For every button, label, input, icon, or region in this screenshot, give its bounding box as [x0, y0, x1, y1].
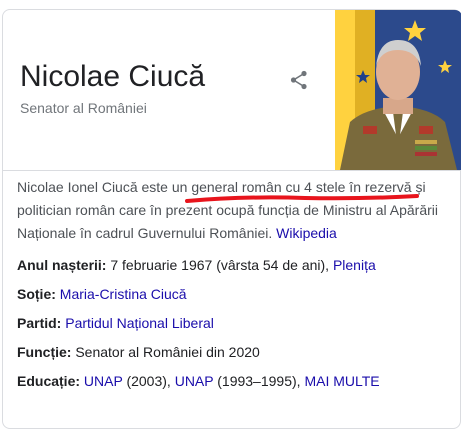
- fact-label: Educație:: [17, 373, 81, 389]
- fact-label: Soție:: [17, 286, 56, 302]
- description: Nicolae Ionel Ciucă este un general româ…: [17, 176, 445, 245]
- subtitle: Senator al României: [20, 100, 147, 116]
- education-link-1[interactable]: UNAP: [84, 373, 123, 389]
- divider: [3, 170, 460, 171]
- description-text: Nicolae Ionel Ciucă este un: [17, 179, 192, 195]
- more-link[interactable]: MAI MULTE: [304, 373, 379, 389]
- fact-label: Funcție:: [17, 344, 72, 360]
- birthplace-link[interactable]: Plenița: [333, 257, 376, 273]
- education-link-2[interactable]: UNAP: [175, 373, 214, 389]
- fact-birth: Anul nașterii: 7 februarie 1967 (vârsta …: [17, 255, 447, 275]
- fact-value: Senator al României din 2020: [71, 344, 260, 360]
- fact-value: 7 februarie 1967 (vârsta 54 de ani),: [106, 257, 333, 273]
- fact-label: Partid:: [17, 315, 62, 331]
- fact-label: Anul nașterii:: [17, 257, 107, 273]
- fact-party: Partid: Partidul Național Liberal: [17, 313, 447, 333]
- fact-function: Funcție: Senator al României din 2020: [17, 342, 447, 362]
- fact-spouse: Soție: Maria-Cristina Ciucă: [17, 284, 447, 304]
- page-title: Nicolae Ciucă: [20, 60, 206, 93]
- panel-header: Nicolae Ciucă Senator al României: [3, 10, 461, 170]
- profile-photo[interactable]: [335, 10, 461, 170]
- party-link[interactable]: Partidul Național Liberal: [65, 315, 214, 331]
- spouse-link[interactable]: Maria-Cristina Ciucă: [60, 286, 187, 302]
- wikipedia-link[interactable]: Wikipedia: [276, 225, 337, 241]
- share-icon[interactable]: [287, 68, 311, 92]
- fact-value: (1993–1995),: [213, 373, 305, 389]
- facts-list: Anul nașterii: 7 februarie 1967 (vârsta …: [17, 255, 447, 400]
- fact-value: (2003),: [122, 373, 175, 389]
- description-highlight: general român cu 4 stele în rezervă: [191, 179, 412, 195]
- fact-education: Educație: UNAP (2003), UNAP (1993–1995),…: [17, 371, 447, 391]
